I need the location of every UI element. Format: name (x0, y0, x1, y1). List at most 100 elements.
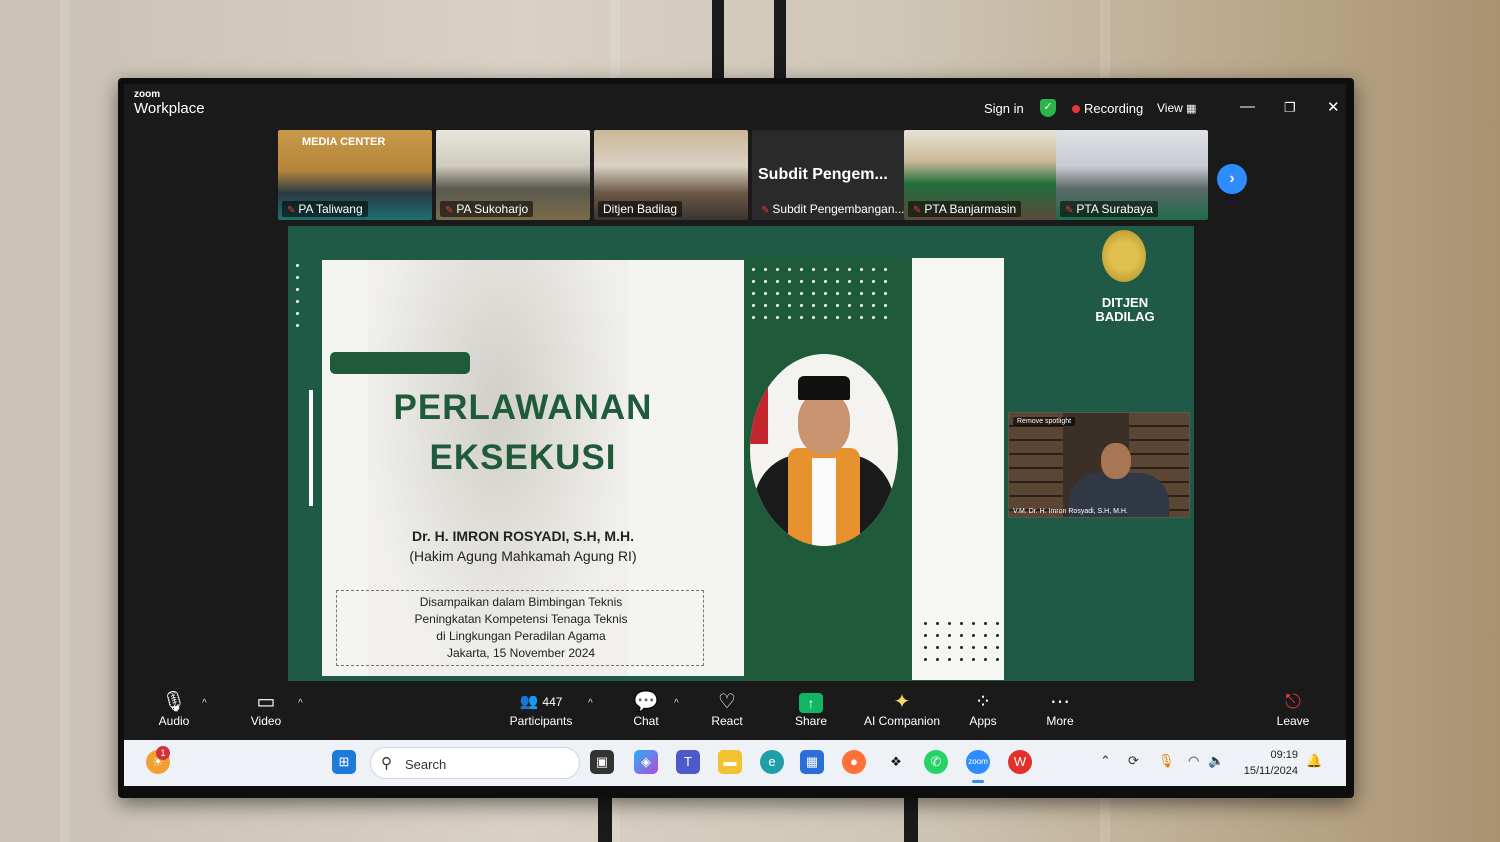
logo-text: DITJEN BADILAG (1078, 296, 1172, 324)
file-explorer-icon[interactable]: ▬ (718, 750, 742, 774)
participant-tile[interactable]: MEDIA CENTER ✎ PA Taliwang (278, 130, 432, 220)
audio-label: Audio (158, 714, 190, 728)
system-clock[interactable]: 09:19 15/11/2024 (1238, 747, 1298, 779)
volume-icon[interactable]: 🔈 (1208, 753, 1224, 769)
react-label: React (711, 714, 743, 728)
view-menu[interactable]: View ▦ (1157, 101, 1197, 115)
video-options-caret[interactable]: ^ (298, 698, 303, 709)
share-screen-icon: ↑ (792, 690, 830, 714)
participant-strip: MEDIA CENTER ✎ PA Taliwang ✎ PA Sukoharjo … (278, 130, 1208, 222)
spotlight-video[interactable]: Remove spotlight V.M. Dr. H. Imron Rosya… (1008, 412, 1190, 518)
zoom-app-icon[interactable]: zoom (966, 750, 990, 774)
audio-button[interactable]: 🎙 Audio (154, 690, 194, 728)
participant-label: Ditjen Badilag (603, 202, 678, 216)
dropbox-icon[interactable]: ❖ (884, 750, 908, 774)
tv-stand-bottom-left (598, 796, 612, 842)
event-line: Jakarta, 15 November 2024 (446, 646, 596, 660)
participant-tile[interactable]: Subdit Pengem... ✎ Subdit Pengembangan... (752, 130, 906, 220)
participant-name: ✎ PTA Surabaya (1060, 201, 1158, 217)
speaker-head (1101, 443, 1131, 479)
remove-spotlight-button[interactable]: Remove spotlight (1013, 417, 1076, 426)
audio-options-caret[interactable]: ^ (202, 698, 207, 709)
sign-in-link[interactable]: Sign in (984, 101, 1024, 116)
participant-name: ✎ PTA Banjarmasin (908, 201, 1022, 217)
search-icon: ⚲ (381, 755, 392, 772)
leave-button[interactable]: ⎋ Leave (1274, 690, 1312, 728)
participant-tile[interactable]: ✎ PA Sukoharjo (436, 130, 590, 220)
wifi-icon[interactable]: ◠ (1188, 753, 1199, 769)
participants-button[interactable]: 👥 447 Participants (508, 690, 574, 728)
edge-icon[interactable]: e (760, 750, 784, 774)
tv-stand-bottom-right (904, 796, 918, 842)
show-hidden-icons[interactable]: ⌃ (1100, 753, 1111, 769)
sparkle-icon: ✦ (893, 691, 911, 713)
slide-white-column (912, 258, 1004, 680)
share-label: Share (794, 714, 828, 728)
speaker-role: (Hakim Agung Mahkamah Agung RI) (409, 548, 637, 564)
participant-name: Ditjen Badilag (598, 201, 683, 217)
chat-options-caret[interactable]: ^ (674, 698, 679, 709)
badilag-logo (1102, 230, 1146, 282)
firefox-icon[interactable]: ● (842, 750, 866, 774)
participant-tile[interactable]: Ditjen Badilag (594, 130, 748, 220)
zoom-logo-small: zoom (134, 89, 161, 100)
mic-muted-icon: 🎙 (161, 691, 187, 713)
participants-options-caret[interactable]: ^ (588, 698, 593, 709)
participant-tile[interactable]: ✎ PTA Banjarmasin (904, 130, 1058, 220)
teams-icon[interactable]: T (676, 750, 700, 774)
chat-icon: 💬 (633, 691, 659, 713)
camera-icon: ▭ (256, 691, 276, 713)
tv-stand-top (712, 0, 786, 80)
react-button[interactable]: ♡ React (708, 690, 746, 728)
meeting-toolbar: 🎙 Audio ^ ▭ Video ^ 👥 447 Participants ^… (124, 684, 1346, 740)
zoom-window: zoom Workplace Sign in ✓ Recording View … (124, 84, 1346, 786)
shield-icon[interactable]: ✓ (1040, 99, 1056, 117)
slide-title-line1: PERLAWANAN (393, 388, 653, 427)
microphone-icon[interactable]: 🎙 (1158, 753, 1175, 769)
apps-button[interactable]: ⁘ Apps (966, 690, 1000, 728)
more-button[interactable]: ⋯ More (1042, 690, 1078, 728)
chat-label: Chat (633, 714, 659, 728)
participant-tile[interactable]: ✎ PTA Surabaya (1056, 130, 1208, 220)
event-line: Peningkatan Kompetensi Tenaga Teknis (414, 612, 628, 626)
leave-icon: ⎋ (1285, 691, 1301, 713)
flag-image (750, 384, 768, 444)
clock-time: 09:19 (1270, 749, 1298, 761)
windows-start-icon[interactable]: ⊞ (332, 750, 356, 774)
event-info-box: Disampaikan dalam Bimbingan Teknis Penin… (336, 590, 704, 666)
mic-muted-icon: ✎ (445, 205, 454, 216)
face (798, 392, 850, 454)
restore-button[interactable]: ❐ (1284, 100, 1296, 116)
store-icon[interactable]: ▦ (800, 750, 824, 774)
minimize-button[interactable]: — (1240, 98, 1255, 115)
video-button[interactable]: ▭ Video (246, 690, 286, 728)
task-view-icon[interactable]: ▣ (590, 750, 614, 774)
spotlight-name: V.M. Dr. H. Imron Rosyadi, S.H, M.H. (1013, 508, 1128, 515)
participant-big-title: Subdit Pengem... (758, 166, 888, 183)
share-button[interactable]: ↑ Share (792, 690, 830, 728)
close-button[interactable]: ✕ (1327, 98, 1340, 116)
dot-pattern (296, 264, 299, 327)
participant-label: Subdit Pengembangan... (772, 202, 905, 216)
wps-office-icon[interactable]: W (1008, 750, 1032, 774)
video-label: Video (250, 714, 282, 728)
search-input[interactable]: ⚲ Search (370, 747, 580, 779)
ai-companion-button[interactable]: ✦ AI Companion (862, 690, 942, 728)
chevron-right-icon: › (1229, 170, 1235, 187)
notification-bell-icon[interactable]: 🔔 (1306, 753, 1322, 769)
slide-panel: PERLAWANAN EKSEKUSI Dr. H. IMRON ROSYADI… (322, 260, 744, 676)
recording-indicator[interactable]: Recording (1072, 101, 1143, 116)
next-page-button[interactable]: › (1217, 164, 1247, 194)
participant-label: PA Taliwang (298, 202, 363, 216)
whatsapp-icon[interactable]: ✆ (924, 750, 948, 774)
wall-stripe (60, 0, 70, 842)
participant-name: ✎ Subdit Pengembangan... (756, 201, 906, 217)
chat-button[interactable]: 💬 Chat (630, 690, 662, 728)
participant-label: PTA Banjarmasin (924, 202, 1017, 216)
sync-icon[interactable]: ⟳ (1128, 753, 1139, 769)
mic-muted-icon: ✎ (913, 205, 922, 216)
mic-muted-icon: ✎ (287, 205, 296, 216)
title-bar: zoom Workplace Sign in ✓ Recording View … (124, 84, 1346, 126)
copilot-icon[interactable]: ◈ (634, 750, 658, 774)
logo-text-line2: BADILAG (1095, 309, 1155, 324)
